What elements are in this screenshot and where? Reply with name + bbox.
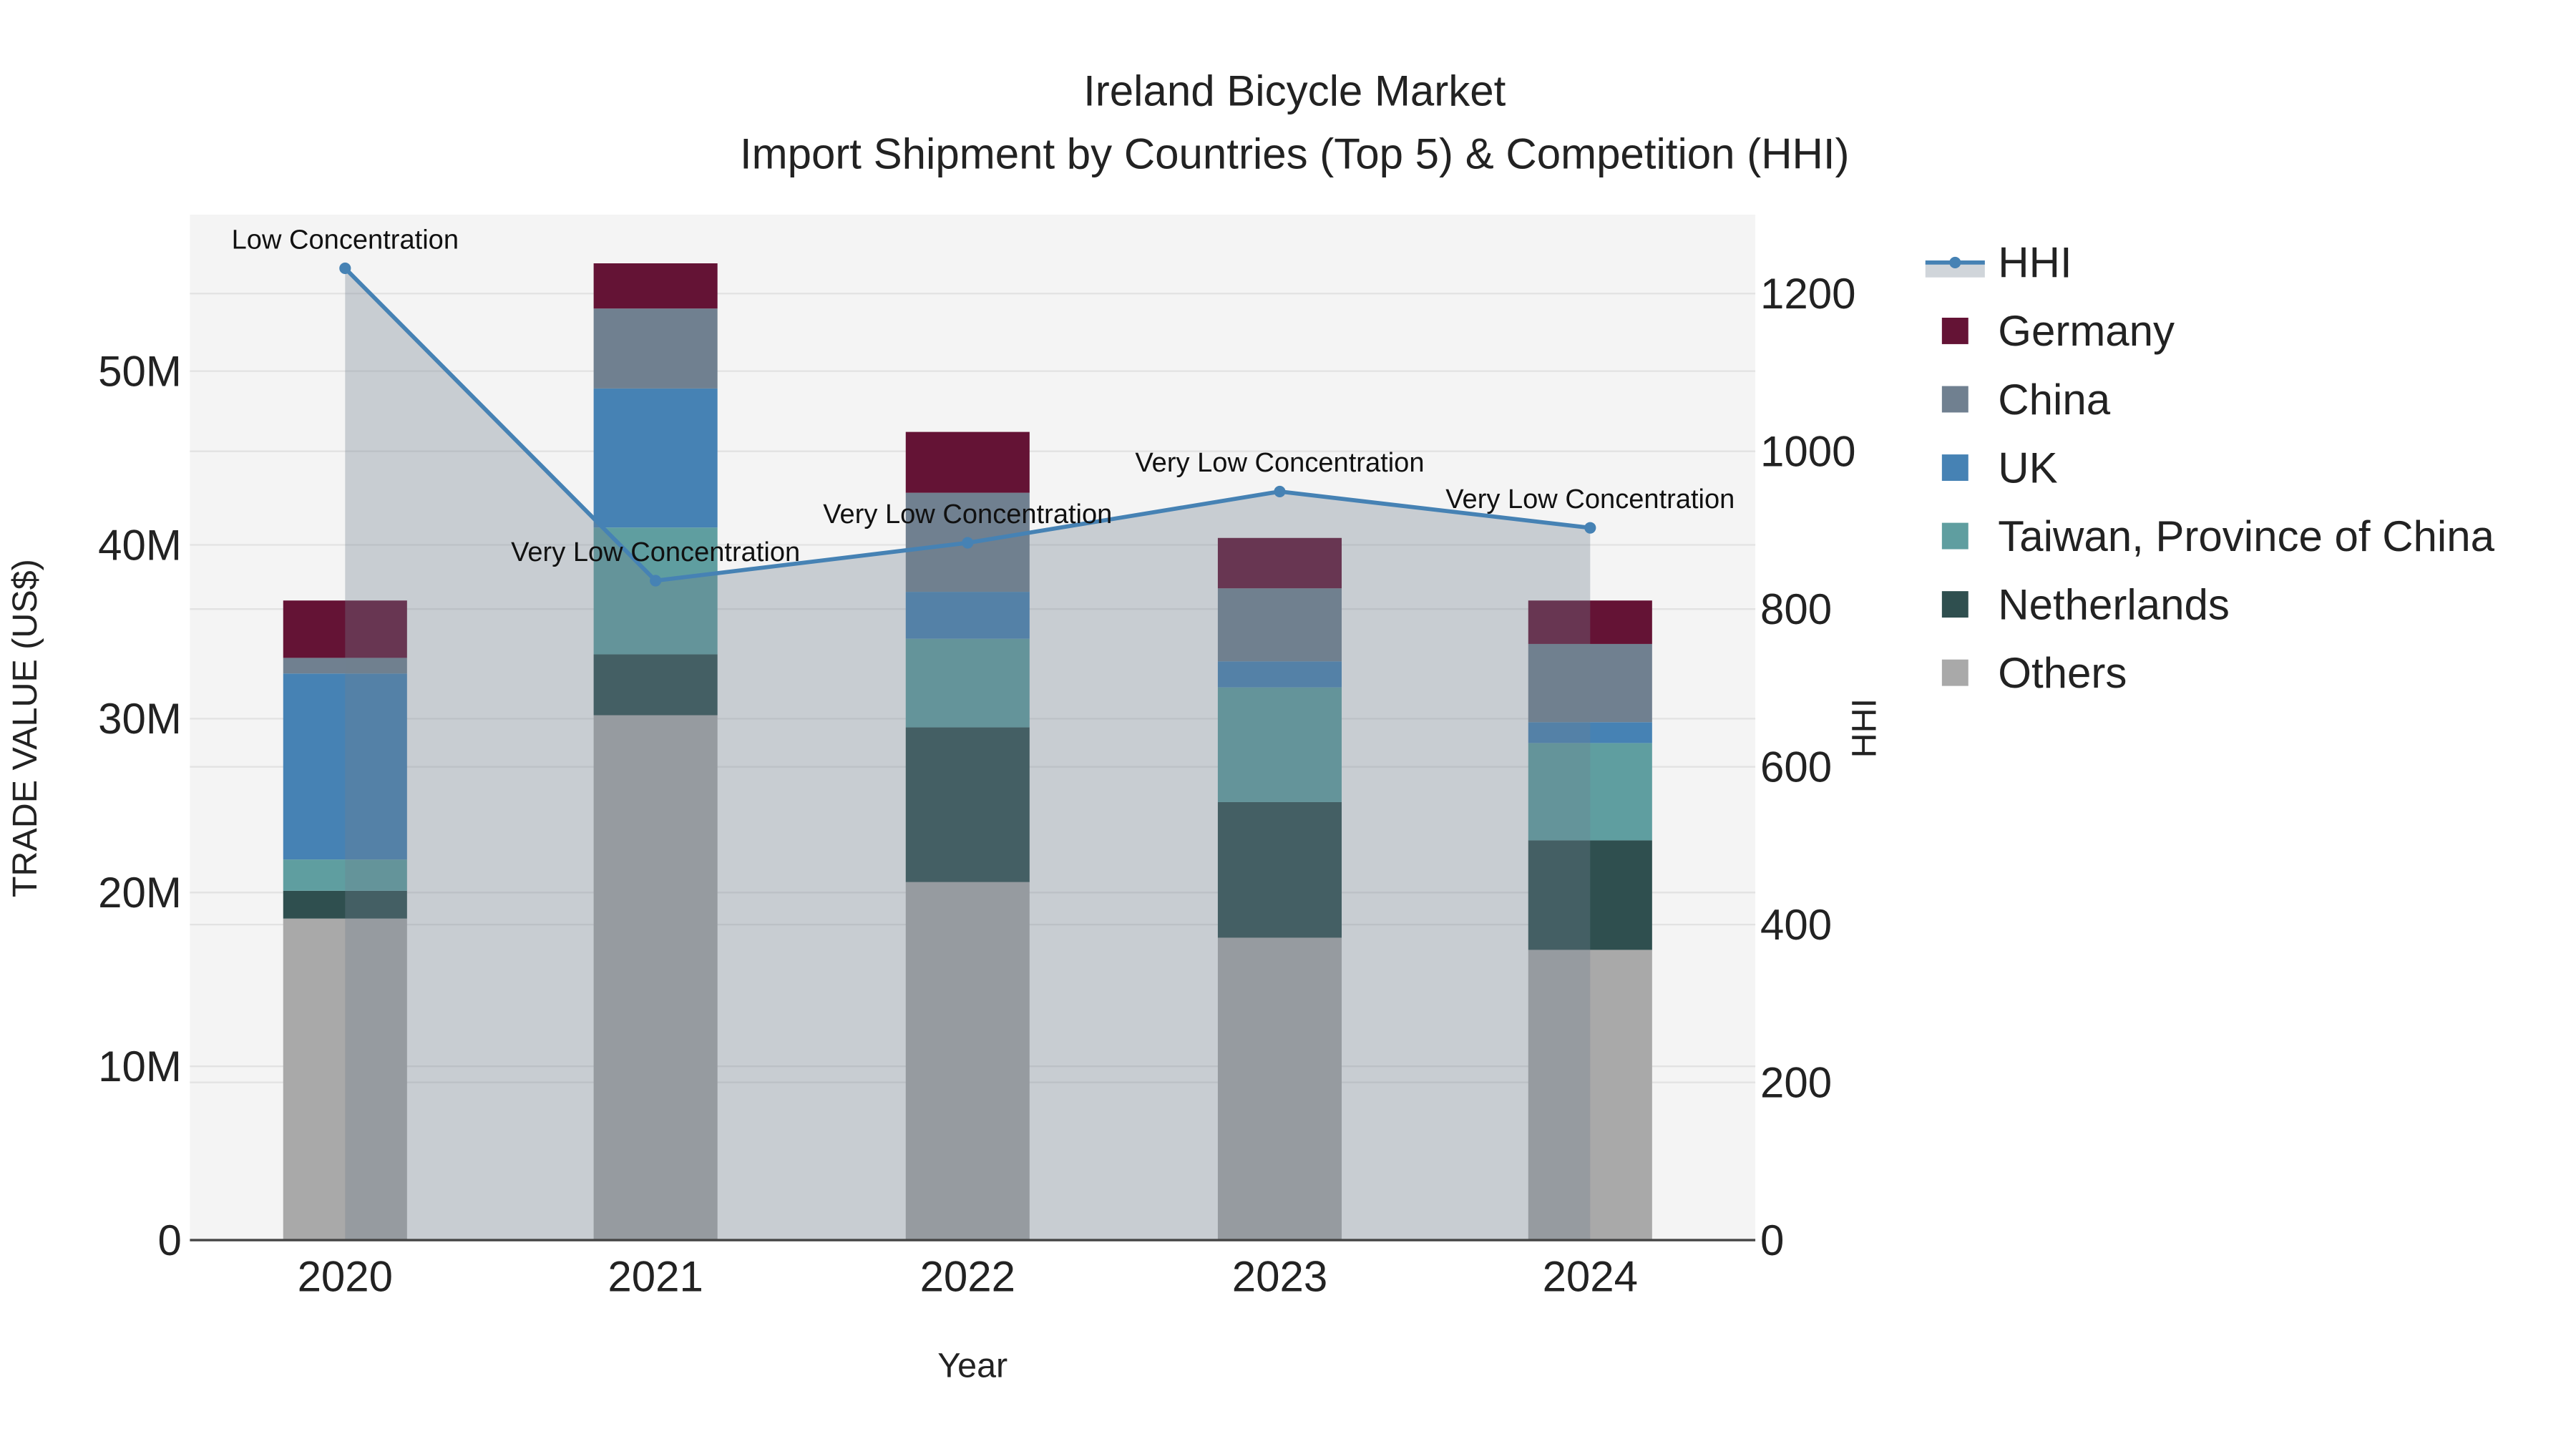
chart: Low Concentration Very Low Concentration V… <box>0 0 2576 1449</box>
y2-axis-label: HHI <box>1845 698 1884 758</box>
legend-swatch-uk <box>1941 454 1968 481</box>
legend-label: China <box>1998 376 2110 424</box>
legend-label: Others <box>1998 649 2127 697</box>
x-tick-label: 2020 <box>298 1253 393 1301</box>
legend-label: UK <box>1998 444 2057 492</box>
y-tick-label: 50M <box>98 347 182 395</box>
y-tick-label: 0 <box>157 1216 181 1264</box>
legend-label: Taiwan, Province of China <box>1998 512 2494 560</box>
chart-title: Ireland Bicycle Market <box>1083 67 1506 115</box>
hhi-point-2022 <box>962 537 974 549</box>
hhi-annotation: Very Low Concentration <box>1135 448 1424 478</box>
y2-tick-label: 400 <box>1760 901 1832 949</box>
legend-swatch-china <box>1941 386 1968 413</box>
hhi-point-2024 <box>1584 522 1596 534</box>
legend-swatch-others <box>1941 659 1968 686</box>
legend-swatch-hhi-marker <box>1949 256 1961 268</box>
hhi-annotation: Low Concentration <box>232 225 459 255</box>
y-tick-label: 30M <box>98 695 182 743</box>
hhi-annotation: Very Low Concentration <box>511 537 800 567</box>
x-axis-label: Year <box>937 1347 1008 1385</box>
x-tick-label: 2023 <box>1232 1253 1327 1301</box>
y2-tick-label: 800 <box>1760 585 1832 633</box>
hhi-point-2023 <box>1274 485 1286 498</box>
y-tick-label: 20M <box>98 869 182 917</box>
legend-label-hhi: HHI <box>1998 239 2072 287</box>
legend-label: Germany <box>1998 307 2175 355</box>
hhi-point-2021 <box>650 575 662 587</box>
y-tick-label: 10M <box>98 1043 182 1091</box>
x-tick-label: 2024 <box>1543 1253 1638 1301</box>
x-tick-label: 2022 <box>920 1253 1015 1301</box>
y-tick-label: 40M <box>98 521 182 569</box>
legend-swatch-taiwan-province-of-china <box>1941 522 1968 550</box>
chart-subtitle: Import Shipment by Countries (Top 5) & C… <box>740 130 1850 177</box>
hhi-annotation: Very Low Concentration <box>1445 484 1735 514</box>
hhi-point-2020 <box>339 262 351 275</box>
legend-swatch-netherlands <box>1941 591 1968 618</box>
bar-germany-2022 <box>905 431 1030 493</box>
y2-tick-label: 600 <box>1760 743 1832 791</box>
bar-uk-2021 <box>593 388 718 528</box>
x-tick-label: 2021 <box>608 1253 703 1301</box>
legend-swatch-germany <box>1941 318 1968 344</box>
bar-china-2021 <box>593 308 718 389</box>
bar-germany-2021 <box>593 263 718 309</box>
legend-label: Netherlands <box>1998 580 2230 628</box>
y2-tick-label: 0 <box>1760 1216 1784 1264</box>
y-axis-label: TRADE VALUE (US$) <box>6 559 44 897</box>
y2-tick-label: 200 <box>1760 1058 1832 1106</box>
y2-tick-label: 1200 <box>1760 270 1855 318</box>
y2-tick-label: 1000 <box>1760 427 1855 475</box>
hhi-annotation: Very Low Concentration <box>823 499 1112 530</box>
